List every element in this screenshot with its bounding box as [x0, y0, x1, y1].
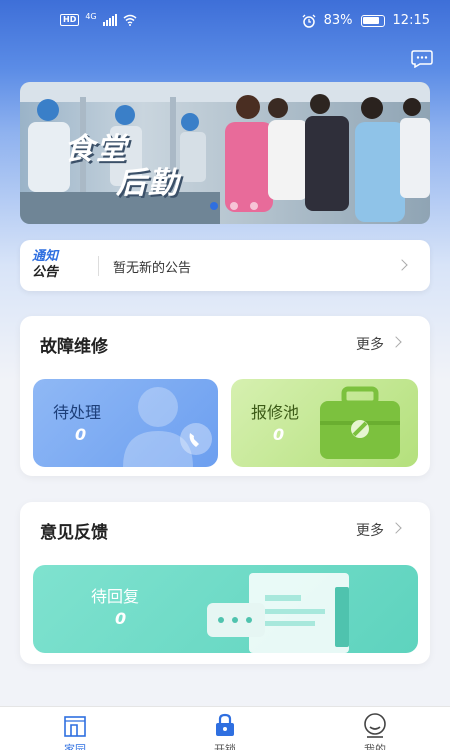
notice-bar[interactable]: 通知 公告 暂无新的公告	[20, 240, 430, 291]
user-icon	[123, 387, 212, 467]
tab-profile[interactable]: 我的	[335, 707, 415, 750]
carousel-dot[interactable]	[210, 202, 218, 210]
status-right: 83% 12:15	[302, 13, 430, 28]
profile-icon	[364, 713, 386, 738]
feedback-more-link[interactable]: 更多	[356, 520, 384, 540]
notice-text: 暂无新的公告	[113, 261, 192, 276]
document-chat-icon	[207, 573, 349, 653]
message-icon[interactable]	[411, 50, 433, 68]
network-type: 4G	[85, 11, 97, 21]
chevron-right-icon	[396, 259, 408, 271]
repair-title: 故障维修	[40, 337, 108, 357]
lock-icon	[216, 713, 234, 736]
tab-profile-label: 我的	[364, 743, 386, 750]
awaiting-reply-count: 0	[115, 609, 127, 628]
tab-home[interactable]: 家园	[35, 707, 115, 750]
carousel-dot[interactable]	[250, 202, 258, 210]
pending-count: 0	[75, 425, 87, 444]
notice-logo: 通知 公告	[32, 249, 72, 281]
battery-percent: 83%	[323, 13, 353, 28]
signal-icon	[102, 14, 117, 26]
wifi-icon	[123, 14, 137, 26]
pending-label: 待处理	[53, 403, 102, 422]
carousel-dot[interactable]	[230, 202, 238, 210]
banner-title-line2: 后勤	[116, 166, 180, 201]
awaiting-reply-tile[interactable]: 待回复 0	[33, 565, 418, 653]
repair-more-link[interactable]: 更多	[356, 334, 384, 354]
tab-home-label: 家园	[64, 743, 86, 750]
feedback-title: 意见反馈	[40, 523, 108, 543]
status-left: HD 4G	[60, 11, 137, 26]
bottom-tab-bar: 家园 开锁 我的	[0, 706, 450, 750]
battery-icon	[360, 14, 385, 27]
tab-unlock-label: 开锁	[214, 743, 236, 750]
toolbox-icon	[320, 386, 400, 459]
chevron-right-icon	[390, 522, 402, 534]
hd-icon: HD	[60, 14, 80, 26]
notice-logo-line1: 通知	[32, 249, 59, 264]
repair-pool-label: 报修池	[251, 403, 300, 422]
notice-logo-line2: 公告	[32, 265, 59, 280]
repair-pool-count: 0	[273, 425, 285, 444]
tab-unlock[interactable]: 开锁	[185, 707, 265, 750]
repair-card: 故障维修 更多 待处理 0 报修池 0	[20, 316, 430, 476]
alarm-icon	[302, 14, 316, 28]
carousel-indicator	[210, 202, 258, 210]
awaiting-reply-label: 待回复	[91, 587, 140, 606]
banner-carousel[interactable]: 食堂 后勤	[20, 82, 430, 224]
status-bar: HD 4G 83% 12:15	[0, 0, 450, 44]
repair-pool-tile[interactable]: 报修池 0	[231, 379, 418, 467]
clock-time: 12:15	[392, 13, 430, 28]
chevron-right-icon	[390, 336, 402, 348]
divider	[98, 256, 99, 276]
feedback-card: 意见反馈 更多 待回复 0	[20, 502, 430, 664]
pending-tile[interactable]: 待处理 0	[33, 379, 218, 467]
home-icon	[64, 716, 86, 737]
